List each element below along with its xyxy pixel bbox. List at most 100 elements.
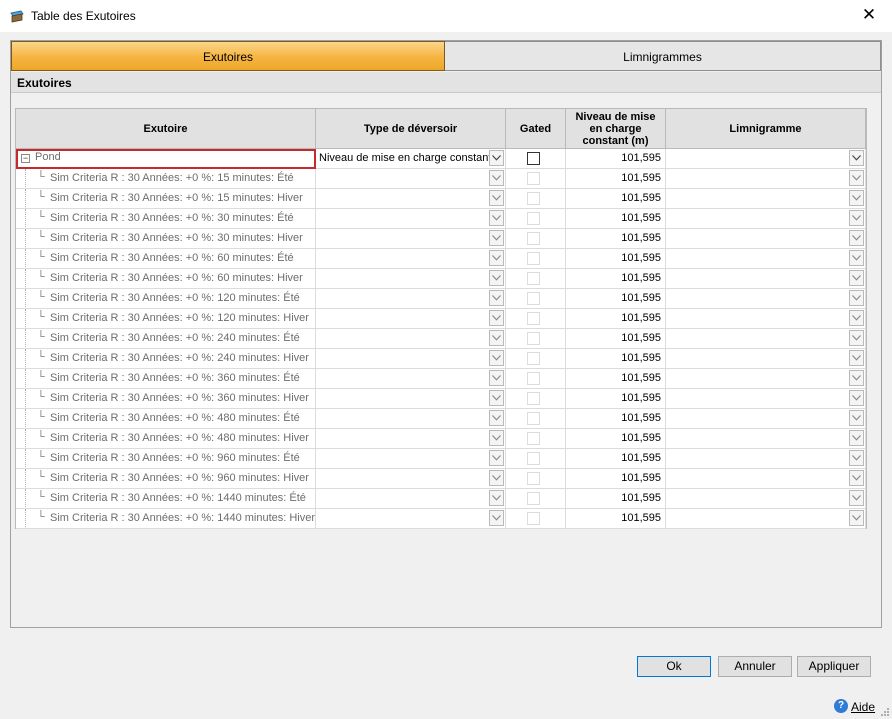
gated-checkbox[interactable] (527, 372, 540, 385)
dropdown-arrow-icon[interactable] (489, 270, 504, 286)
dropdown-arrow-icon[interactable] (849, 430, 864, 446)
gated-checkbox[interactable] (527, 312, 540, 325)
tab-limnigrammes[interactable]: Limnigrammes (445, 41, 881, 71)
dropdown-arrow-icon[interactable] (489, 370, 504, 386)
dropdown-arrow-icon[interactable] (489, 210, 504, 226)
limnigramme-combo[interactable] (666, 389, 866, 409)
gated-checkbox[interactable] (527, 512, 540, 525)
dropdown-arrow-icon[interactable] (849, 470, 864, 486)
gated-checkbox[interactable] (527, 212, 540, 225)
weir-type-combo[interactable] (316, 189, 506, 209)
dropdown-arrow-icon[interactable] (849, 370, 864, 386)
level-cell[interactable]: 101,595 (566, 149, 666, 169)
weir-type-combo[interactable] (316, 369, 506, 389)
weir-type-combo[interactable] (316, 309, 506, 329)
dropdown-arrow-icon[interactable] (849, 150, 864, 166)
resize-grip-icon[interactable] (880, 707, 890, 717)
scenario-name-cell[interactable]: └ Sim Criteria R : 30 Années: +0 %: 60 mi… (16, 269, 316, 289)
level-cell[interactable]: 101,595 (566, 409, 666, 429)
limnigramme-combo[interactable] (666, 369, 866, 389)
gated-checkbox[interactable] (527, 192, 540, 205)
dropdown-arrow-icon[interactable] (849, 290, 864, 306)
ok-button[interactable]: Ok (637, 656, 711, 677)
limnigramme-combo[interactable] (666, 229, 866, 249)
scenario-name-cell[interactable]: └ Sim Criteria R : 30 Années: +0 %: 15 mi… (16, 169, 316, 189)
limnigramme-combo[interactable] (666, 509, 866, 529)
dropdown-arrow-icon[interactable] (849, 410, 864, 426)
level-cell[interactable]: 101,595 (566, 229, 666, 249)
scenario-name-cell[interactable]: └ Sim Criteria R : 30 Années: +0 %: 240 m… (16, 349, 316, 369)
level-cell[interactable]: 101,595 (566, 389, 666, 409)
gated-checkbox[interactable] (527, 232, 540, 245)
gated-checkbox[interactable] (527, 152, 540, 165)
level-cell[interactable]: 101,595 (566, 349, 666, 369)
gated-checkbox[interactable] (527, 412, 540, 425)
weir-type-combo[interactable] (316, 429, 506, 449)
dropdown-arrow-icon[interactable] (849, 310, 864, 326)
dropdown-arrow-icon[interactable] (489, 190, 504, 206)
dropdown-arrow-icon[interactable] (489, 410, 504, 426)
scenario-name-cell[interactable]: └ Sim Criteria R : 30 Années: +0 %: 30 mi… (16, 209, 316, 229)
dropdown-arrow-icon[interactable] (849, 450, 864, 466)
limnigramme-combo[interactable] (666, 409, 866, 429)
dropdown-arrow-icon[interactable] (849, 270, 864, 286)
column-header-gated[interactable]: Gated (506, 109, 566, 149)
scenario-name-cell[interactable]: └ Sim Criteria R : 30 Années: +0 %: 960 m… (16, 449, 316, 469)
level-cell[interactable]: 101,595 (566, 209, 666, 229)
weir-type-combo[interactable] (316, 269, 506, 289)
dropdown-arrow-icon[interactable] (489, 310, 504, 326)
limnigramme-combo[interactable] (666, 469, 866, 489)
weir-type-combo[interactable] (316, 409, 506, 429)
cancel-button[interactable]: Annuler (718, 656, 792, 677)
dropdown-arrow-icon[interactable] (849, 170, 864, 186)
collapse-icon[interactable]: − (21, 154, 30, 163)
weir-type-combo[interactable] (316, 289, 506, 309)
dropdown-arrow-icon[interactable] (489, 490, 504, 506)
dropdown-arrow-icon[interactable] (849, 210, 864, 226)
dropdown-arrow-icon[interactable] (489, 430, 504, 446)
limnigramme-combo[interactable] (666, 329, 866, 349)
weir-type-combo[interactable] (316, 249, 506, 269)
scenario-name-cell[interactable]: └ Sim Criteria R : 30 Années: +0 %: 15 mi… (16, 189, 316, 209)
scenario-name-cell[interactable]: └ Sim Criteria R : 30 Années: +0 %: 960 m… (16, 469, 316, 489)
dropdown-arrow-icon[interactable] (849, 230, 864, 246)
level-cell[interactable]: 101,595 (566, 429, 666, 449)
limnigramme-combo[interactable] (666, 149, 866, 169)
dropdown-arrow-icon[interactable] (489, 350, 504, 366)
level-cell[interactable]: 101,595 (566, 249, 666, 269)
weir-type-combo[interactable] (316, 209, 506, 229)
dropdown-arrow-icon[interactable] (849, 390, 864, 406)
column-header-type[interactable]: Type de déversoir (316, 109, 506, 149)
close-button[interactable]: ✕ (846, 0, 892, 32)
weir-type-combo[interactable]: Niveau de mise en charge constant (316, 149, 506, 169)
outfall-name-cell[interactable]: − Pond (16, 149, 316, 169)
limnigramme-combo[interactable] (666, 249, 866, 269)
limnigramme-combo[interactable] (666, 269, 866, 289)
level-cell[interactable]: 101,595 (566, 369, 666, 389)
limnigramme-combo[interactable] (666, 169, 866, 189)
scenario-name-cell[interactable]: └ Sim Criteria R : 30 Années: +0 %: 60 mi… (16, 249, 316, 269)
weir-type-combo[interactable] (316, 509, 506, 529)
limnigramme-combo[interactable] (666, 349, 866, 369)
level-cell[interactable]: 101,595 (566, 189, 666, 209)
weir-type-combo[interactable] (316, 229, 506, 249)
scenario-name-cell[interactable]: └ Sim Criteria R : 30 Années: +0 %: 480 m… (16, 429, 316, 449)
limnigramme-combo[interactable] (666, 489, 866, 509)
weir-type-combo[interactable] (316, 469, 506, 489)
dropdown-arrow-icon[interactable] (849, 250, 864, 266)
gated-checkbox[interactable] (527, 472, 540, 485)
weir-type-combo[interactable] (316, 169, 506, 189)
gated-checkbox[interactable] (527, 492, 540, 505)
level-cell[interactable]: 101,595 (566, 269, 666, 289)
scenario-name-cell[interactable]: └ Sim Criteria R : 30 Années: +0 %: 240 m… (16, 329, 316, 349)
dropdown-arrow-icon[interactable] (489, 330, 504, 346)
dropdown-arrow-icon[interactable] (489, 390, 504, 406)
scenario-name-cell[interactable]: └ Sim Criteria R : 30 Années: +0 %: 1440 … (16, 489, 316, 509)
dropdown-arrow-icon[interactable] (489, 170, 504, 186)
level-cell[interactable]: 101,595 (566, 169, 666, 189)
limnigramme-combo[interactable] (666, 289, 866, 309)
level-cell[interactable]: 101,595 (566, 449, 666, 469)
weir-type-combo[interactable] (316, 449, 506, 469)
weir-type-combo[interactable] (316, 329, 506, 349)
column-header-exutoire[interactable]: Exutoire (16, 109, 316, 149)
